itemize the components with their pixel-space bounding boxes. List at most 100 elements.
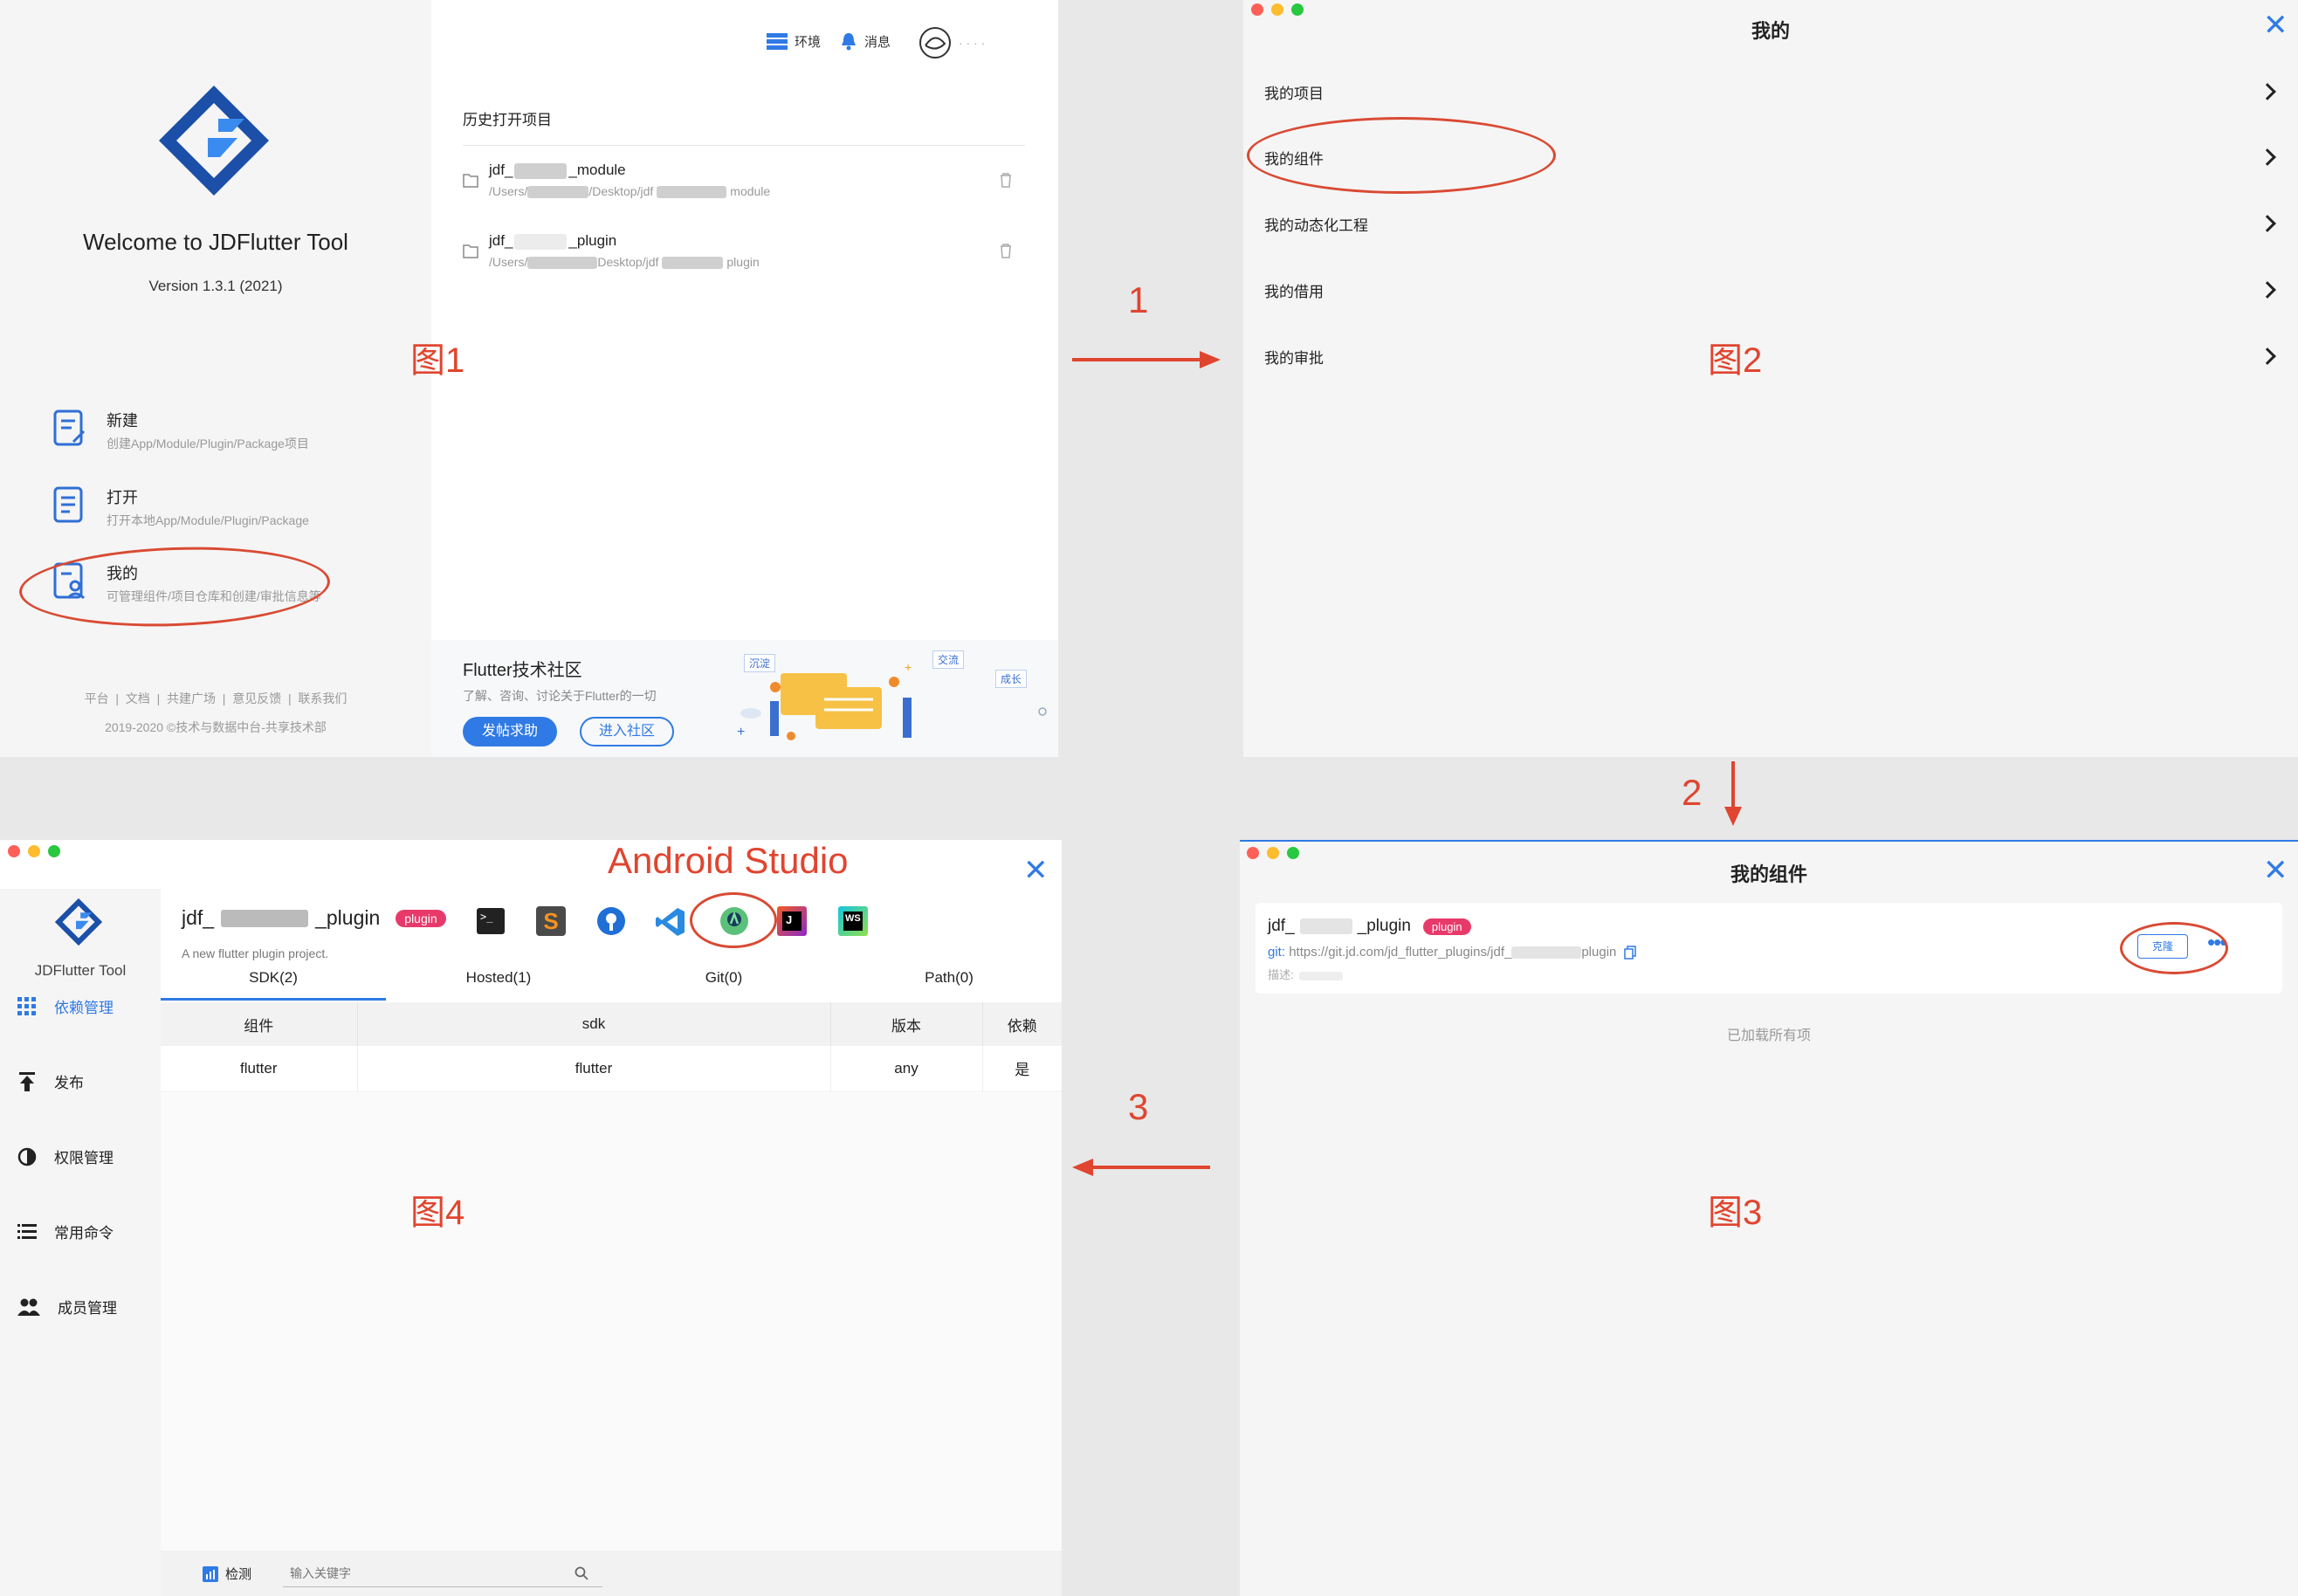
menu-item-open[interactable]: 打开打开本地App/Module/Plugin/Package [52, 485, 309, 529]
jdflutter-logo [54, 898, 103, 946]
help-button[interactable]: 发帖求助 [463, 717, 557, 746]
step-1-number: 1 [1128, 279, 1149, 320]
sidebar-item-deps[interactable]: 依赖管理 [17, 995, 114, 1017]
copy-icon[interactable] [1623, 946, 1636, 960]
fig4-window: Android Studio ✕ JDFlutter Tool 依赖管理 发布 … [0, 840, 1062, 1596]
folder-icon [463, 174, 478, 188]
history-path-b: /Desktop/jdf [588, 184, 654, 198]
fig4-label: 图4 [410, 1194, 465, 1232]
chevron-right-icon [2259, 83, 2276, 100]
mine-item-label: 我的借用 [1264, 284, 1324, 300]
menu-open-title: 打开 [107, 489, 138, 506]
window-controls[interactable] [8, 845, 60, 857]
sidebar-item-members[interactable]: 成员管理 [17, 1296, 117, 1317]
mine-list-item[interactable]: 我的借用 [1243, 271, 2298, 306]
open-doc-icon [53, 486, 83, 523]
env-button[interactable]: 环境 [767, 32, 821, 51]
trash-icon[interactable] [999, 243, 1013, 258]
message-button[interactable]: 消息 [840, 31, 891, 51]
plugin-badge: plugin [396, 909, 446, 927]
fig1-label: 图1 [410, 341, 465, 380]
history-item[interactable]: jdf_ _module /Users/ /Desktop/jdf module [463, 162, 1022, 205]
close-icon[interactable]: ✕ [2263, 856, 2288, 885]
step-2-number: 2 [1682, 772, 1703, 813]
sourcetree-icon[interactable] [596, 906, 626, 936]
close-icon[interactable]: ✕ [2263, 10, 2288, 40]
mine-list-item[interactable]: 我的动态化工程 [1243, 204, 2298, 239]
cell-component: flutter [161, 1046, 358, 1091]
svg-text:+: + [905, 660, 912, 674]
mine-item-label: 我的动态化工程 [1264, 217, 1368, 234]
sidebar-label: 常用命令 [54, 1225, 114, 1242]
chart-check-icon [203, 1565, 218, 1582]
window-controls[interactable] [1247, 847, 1299, 859]
tab-git[interactable]: Git(0) [611, 955, 836, 1001]
search-input[interactable] [290, 1563, 552, 1584]
close-icon[interactable]: ✕ [1023, 856, 1049, 885]
check-button[interactable]: 检测 [203, 1565, 251, 1583]
intellij-icon[interactable]: J [777, 906, 807, 936]
sidebar-label: 权限管理 [54, 1150, 114, 1166]
fig3-window: 我的组件 ✕ jdf_ _plugin plugin git: https://g… [1240, 840, 2298, 1596]
arrow-down-icon [1724, 761, 1742, 826]
tab-path[interactable]: Path(0) [836, 955, 1062, 1001]
history-name-prefix: jdf_ [489, 162, 513, 178]
version-text: Version 1.3.1 (2021) [148, 278, 283, 294]
community-banner: Flutter技术社区 了解、咨询、讨论关于Flutter的一切 发帖求助 进入… [431, 640, 1058, 757]
menu-open-desc: 打开本地App/Module/Plugin/Package [107, 513, 309, 527]
trash-icon[interactable] [999, 172, 1013, 188]
plugin-badge: plugin [1422, 918, 1471, 935]
upload-icon [19, 1071, 35, 1091]
window-controls[interactable] [1251, 3, 1304, 16]
top-accent-line [1240, 840, 2298, 842]
menu-new-desc: 创建App/Module/Plugin/Package项目 [107, 437, 309, 451]
highlight-oval-android-studio [690, 892, 777, 948]
webstorm-icon[interactable]: WS [838, 906, 868, 936]
tag-chendian: 沉淀 [744, 654, 776, 672]
arrow-right-icon [1072, 351, 1221, 368]
table-row[interactable]: flutter flutter any 是 [161, 1046, 1062, 1091]
search-icon[interactable] [574, 1566, 588, 1580]
highlight-oval-components [1247, 117, 1556, 194]
env-label: 环境 [795, 35, 822, 50]
footer-link-feedback[interactable]: 意见反馈 [232, 691, 281, 705]
history-item[interactable]: jdf_ _plugin /Users/Desktop/jdf plugin [463, 232, 1022, 276]
mine-list-item[interactable]: 我的审批 [1243, 337, 2298, 372]
footer-link-square[interactable]: 共建广场 [167, 691, 216, 705]
vscode-icon[interactable] [655, 906, 686, 938]
sidebar-item-publish[interactable]: 发布 [17, 1070, 84, 1092]
tag-jiaoliu: 交流 [932, 650, 965, 669]
enter-community-button[interactable]: 进入社区 [580, 717, 674, 746]
terminal-icon[interactable]: >_ [477, 908, 505, 934]
tab-sdk[interactable]: SDK(2) [161, 955, 386, 1001]
desc-label: 描述: [1268, 968, 1294, 981]
history-title: 历史打开项目 [463, 112, 552, 128]
welcome-title: Welcome to JDFlutter Tool [83, 229, 348, 255]
project-name-prefix: jdf_ [182, 906, 215, 929]
footer-link-platform[interactable]: 平台 [85, 691, 109, 705]
history-path-c: module [730, 184, 771, 198]
user-avatar[interactable]: · · · · [919, 26, 985, 59]
cell-dependency: 是 [1015, 1062, 1030, 1079]
user-name: · · · · [959, 36, 986, 50]
sublime-icon[interactable]: S [536, 906, 566, 936]
mine-list-item[interactable]: 我的项目 [1243, 72, 2298, 107]
bell-icon [842, 33, 856, 51]
tab-hosted[interactable]: Hosted(1) [386, 955, 611, 1001]
avatar [919, 27, 951, 58]
welcome-panel: Welcome to JDFlutter Tool Version 1.3.1 … [0, 0, 431, 757]
community-desc: 了解、咨询、讨论关于Flutter的一切 [463, 689, 657, 703]
folder-icon [463, 244, 478, 258]
tag-chengzhang: 成长 [995, 670, 1028, 688]
search-field[interactable] [283, 1559, 602, 1587]
table-header-row: 组件 sdk 版本 依赖 [161, 1002, 1062, 1046]
menu-item-new[interactable]: 新建 创建App/Module/Plugin/Package项目 [52, 409, 309, 452]
sidebar-item-commands[interactable]: 常用命令 [17, 1221, 114, 1242]
mine-item-label: 我的项目 [1264, 86, 1324, 102]
tab-label: Git(0) [705, 969, 743, 986]
command-list-icon [17, 1223, 37, 1239]
footer-link-docs[interactable]: 文档 [126, 691, 150, 705]
arrow-left-icon [1072, 1159, 1210, 1176]
sidebar-item-permission[interactable]: 权限管理 [17, 1145, 114, 1167]
footer-link-contact[interactable]: 联系我们 [298, 691, 347, 705]
